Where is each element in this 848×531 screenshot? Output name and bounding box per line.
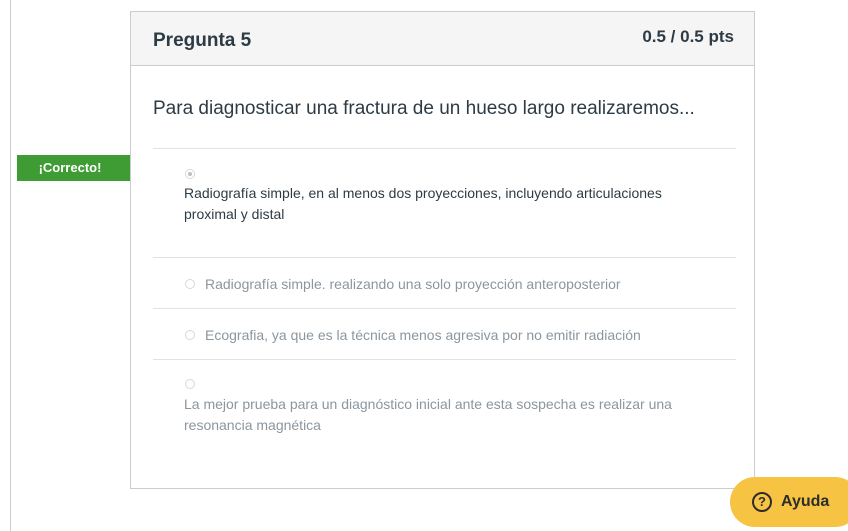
page-left-border: [10, 0, 11, 531]
answer-radio-1[interactable]: [185, 169, 195, 179]
answer-text-1: Radiografía simple, en al menos dos proy…: [184, 185, 662, 222]
help-button-label: Ayuda: [781, 493, 830, 510]
answer-text-3: Ecografia, ya que es la técnica menos ag…: [205, 327, 641, 343]
answer-divider: [153, 257, 736, 258]
answer-divider: [153, 359, 736, 360]
answer-radio-2[interactable]: [185, 279, 195, 289]
question-circle-icon: ?: [752, 492, 772, 512]
question-title: Pregunta 5: [153, 30, 252, 51]
answer-text-4: La mejor prueba para un diagnóstico inic…: [184, 396, 672, 433]
answer-divider: [153, 308, 736, 309]
question-header: Pregunta 5 0.5 / 0.5 pts: [131, 12, 754, 66]
answer-divider: [153, 148, 736, 149]
question-card: Pregunta 5 0.5 / 0.5 pts Para diagnostic…: [130, 11, 755, 489]
answer-radio-3[interactable]: [185, 330, 195, 340]
help-button[interactable]: ? Ayuda: [730, 477, 848, 527]
question-points: 0.5 / 0.5 pts: [642, 27, 734, 46]
answer-radio-4[interactable]: [185, 379, 195, 389]
question-text: Para diagnosticar una fractura de un hue…: [153, 98, 695, 119]
answer-text-2: Radiografía simple. realizando una solo …: [205, 276, 621, 292]
correct-answer-flag: ¡Correcto!: [17, 155, 146, 181]
